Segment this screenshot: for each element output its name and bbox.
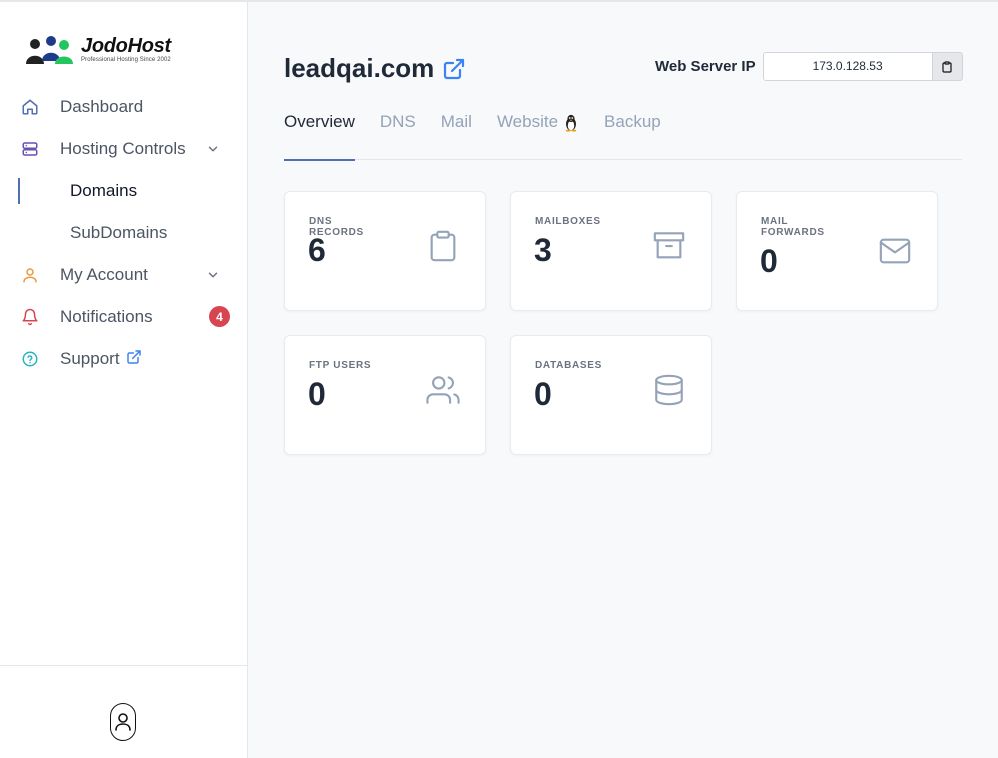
archive-icon <box>653 232 685 259</box>
sidebar-item-notifications[interactable]: Notifications 4 <box>0 296 247 338</box>
tab-mail[interactable]: Mail <box>441 108 472 160</box>
clipboard-icon <box>430 230 456 262</box>
sidebar-item-label: Notifications <box>60 307 153 326</box>
tab-label: Mail <box>440 112 472 131</box>
ip-label: Web Server IP <box>655 58 756 75</box>
sidebar-item-hosting-controls[interactable]: Hosting Controls <box>0 128 247 170</box>
sidebar-item-support[interactable]: Support <box>0 338 247 380</box>
user-icon <box>21 266 39 284</box>
sidebar: JodoHost Professional Hosting Since 2002… <box>0 2 248 758</box>
stat-card-mail-forwards[interactable]: MAIL FORWARDS 0 <box>736 191 938 311</box>
sidebar-item-dashboard[interactable]: Dashboard <box>0 86 247 128</box>
linux-penguin-icon <box>565 114 577 132</box>
bell-icon <box>21 308 39 326</box>
tab-backup[interactable]: Backup <box>604 108 661 160</box>
server-icon <box>21 140 39 158</box>
main-content: leadqai.com Web Server IP 173.0.128.53 O… <box>248 2 998 758</box>
tab-label: Overview <box>284 112 355 131</box>
tab-label: Website <box>496 112 559 131</box>
user-profile-button[interactable] <box>110 703 136 741</box>
stat-value: 0 <box>308 376 326 412</box>
home-icon <box>21 98 39 116</box>
stat-card-dns-records[interactable]: DNS RECORDS 6 <box>284 191 486 311</box>
sidebar-nav: Dashboard Hosting Controls Domains SubDo… <box>0 86 247 380</box>
envelope-icon <box>879 238 911 264</box>
notification-count-badge: 4 <box>209 306 230 327</box>
help-circle-icon <box>21 350 39 368</box>
chevron-down-icon <box>208 146 218 152</box>
logo-people-icon <box>26 36 73 64</box>
sidebar-item-label: Hosting Controls <box>60 139 186 158</box>
stat-value: 0 <box>760 243 778 279</box>
stat-value: 0 <box>534 376 552 412</box>
stat-card-mailboxes[interactable]: MAILBOXES 3 <box>510 191 712 311</box>
ip-field[interactable]: 173.0.128.53 <box>762 52 933 81</box>
tab-overview[interactable]: Overview <box>284 108 355 161</box>
sidebar-subitem-domains[interactable]: Domains <box>0 170 247 212</box>
stat-card-databases[interactable]: DATABASES 0 <box>510 335 712 455</box>
web-server-ip: Web Server IP 173.0.128.53 <box>655 52 963 81</box>
sidebar-subitem-subdomains[interactable]: SubDomains <box>0 212 247 254</box>
external-link-icon <box>126 350 141 364</box>
domain-tabs: Overview DNS Mail Website Backup <box>284 108 962 161</box>
sidebar-subitem-label: SubDomains <box>70 223 168 242</box>
tab-label: Backup <box>604 112 661 131</box>
external-link-icon[interactable] <box>442 57 466 81</box>
stat-label: FTP USERS <box>309 360 372 371</box>
sidebar-footer <box>0 665 247 758</box>
sidebar-item-label: Support <box>60 349 120 368</box>
stat-card-ftp-users[interactable]: FTP USERS 0 <box>284 335 486 455</box>
stat-label: MAIL FORWARDS <box>761 216 825 238</box>
copy-ip-button[interactable] <box>932 52 963 81</box>
users-icon <box>426 376 460 404</box>
brand-tagline: Professional Hosting Since 2002 <box>81 56 171 63</box>
stat-label: MAILBOXES <box>535 216 601 227</box>
chevron-down-icon <box>208 272 218 278</box>
stat-label: DATABASES <box>535 360 603 371</box>
tab-label: DNS <box>379 112 416 131</box>
stat-value: 3 <box>534 232 552 268</box>
brand-logo[interactable]: JodoHost Professional Hosting Since 2002 <box>25 33 171 65</box>
clipboard-icon <box>942 60 952 73</box>
page-title: leadqai.com <box>284 53 466 84</box>
tab-website[interactable]: Website <box>497 108 579 160</box>
stat-value: 6 <box>308 232 326 268</box>
user-profile-icon <box>115 713 131 731</box>
sidebar-item-label: Dashboard <box>60 97 144 116</box>
domain-name: leadqai.com <box>284 53 435 83</box>
brand-name: JodoHost <box>81 34 171 57</box>
sidebar-subitem-label: Domains <box>70 181 138 200</box>
database-icon <box>655 374 683 406</box>
tab-dns[interactable]: DNS <box>380 108 416 160</box>
sidebar-item-label: My Account <box>60 265 148 284</box>
sidebar-item-my-account[interactable]: My Account <box>0 254 247 296</box>
app-window: JodoHost Professional Hosting Since 2002… <box>0 0 998 758</box>
